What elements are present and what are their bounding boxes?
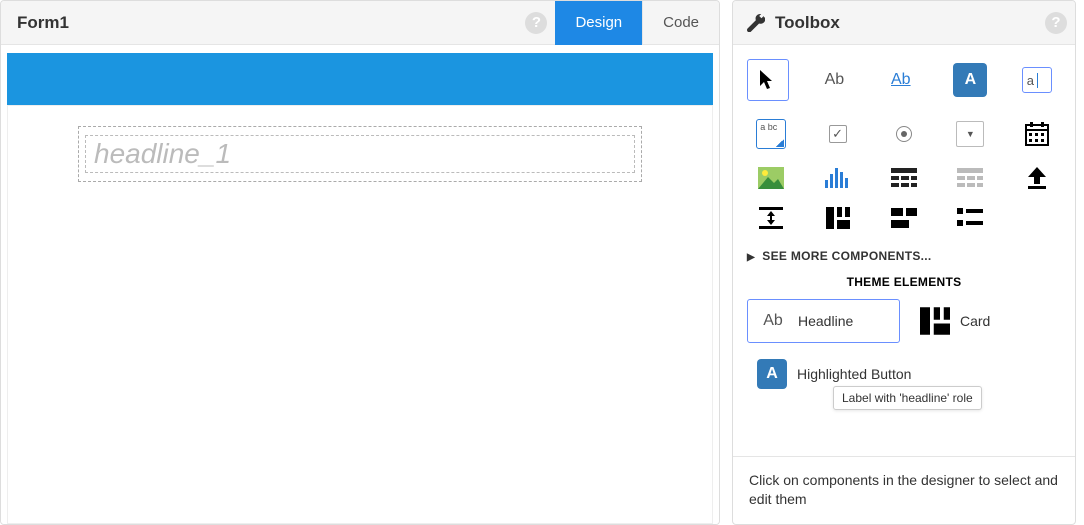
help-icon[interactable]: ? [525,12,547,34]
column-panel-icon[interactable] [826,207,850,229]
tool-checkbox[interactable]: ✓ [829,125,847,143]
flow-panel-icon[interactable] [891,208,917,228]
tool-label[interactable]: Ab [813,59,855,101]
toolbox-header: Toolbox ? [733,1,1075,45]
card-icon [920,306,950,336]
headline-placeholder[interactable]: headline_1 [85,135,635,173]
tool-textbox[interactable]: a [1022,67,1052,93]
toolbox-panel: Toolbox ? Ab Ab A a a bc ✓ ▼ [732,0,1076,525]
designer-header: Form1 ? Design Code [1,1,719,45]
tooltip: Label with 'headline' role [833,386,982,410]
wrench-icon [747,14,765,32]
spacer-icon[interactable] [759,207,783,229]
see-more-components[interactable]: ▶ SEE MORE COMPONENTS... [747,245,1061,275]
calendar-icon[interactable] [1025,122,1049,146]
toolbox-title: Toolbox [771,13,1045,33]
tool-button[interactable]: A [953,63,987,97]
design-canvas[interactable]: headline_1 [1,45,719,524]
linear-panel-icon[interactable] [957,208,983,228]
headline-dropzone[interactable]: headline_1 [78,126,642,182]
tool-radio[interactable] [896,126,912,142]
toolbox-grid: Ab Ab A a a bc ✓ ▼ [747,59,1061,229]
pointer-icon [759,69,777,91]
button-icon: A [757,359,787,389]
help-icon[interactable]: ? [1045,12,1067,34]
form-header-bar[interactable] [7,53,713,105]
upload-icon[interactable] [1026,167,1048,189]
tool-link[interactable]: Ab [880,59,922,101]
tool-dropdown[interactable]: ▼ [956,121,984,147]
theme-card[interactable]: Card [910,299,1061,343]
tab-code[interactable]: Code [642,1,719,45]
designer-panel: Form1 ? Design Code headline_1 [0,0,720,525]
theme-headline[interactable]: Ab Headline [747,299,900,343]
datagrid-icon[interactable] [891,168,917,188]
tool-pointer[interactable] [747,59,789,101]
form-title: Form1 [1,13,525,33]
toolbox-footer: Click on components in the designer to s… [733,456,1075,524]
chart-icon[interactable] [825,168,851,188]
form-body[interactable]: headline_1 [7,105,713,524]
tab-design[interactable]: Design [555,1,642,45]
theme-elements-title: THEME ELEMENTS [747,275,1061,299]
image-icon[interactable] [758,167,784,189]
repeating-panel-icon[interactable] [957,168,983,188]
label-icon: Ab [758,306,788,336]
tool-textarea[interactable]: a bc [756,119,786,149]
